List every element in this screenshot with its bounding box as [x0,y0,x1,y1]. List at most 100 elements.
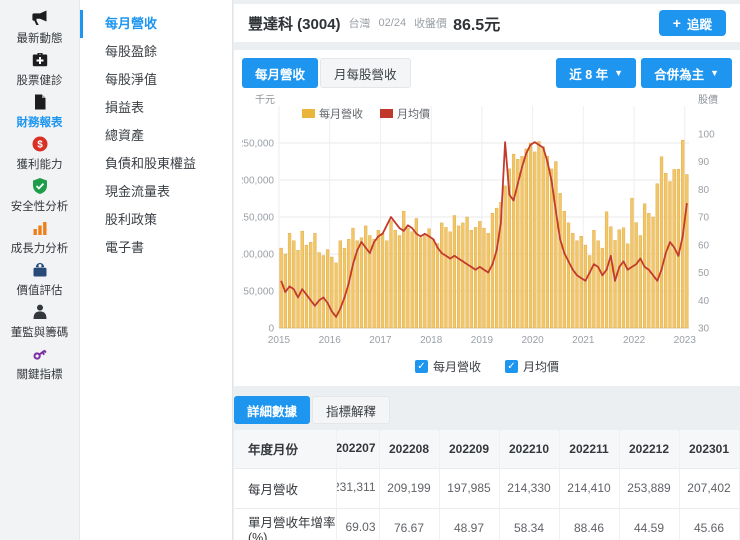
svg-text:80: 80 [698,185,710,196]
table-cell: 76.67 [379,508,439,540]
sidebar-item-bars[interactable]: 成長力分析 [0,216,79,258]
svg-text:200,000: 200,000 [242,176,274,187]
sidebar-item-person[interactable]: 董監與籌碼 [0,300,79,342]
sidebar-item-label: 價值評估 [17,282,63,298]
chart-range-dropdowns: 近 8 年▼合併為主▼ [556,58,732,88]
table-column-header: 202207 [336,430,379,468]
monthly-data-table-card: 年度月份202207202208202209202210202211202212… [234,430,740,540]
svg-text:每月營收: 每月營收 [319,107,363,121]
svg-text:2018: 2018 [420,335,443,346]
plus-icon: + [673,16,681,30]
submenu-item[interactable]: 總資產 [80,122,232,150]
svg-text:股價: 股價 [698,94,718,106]
table-cell: 88.46 [559,508,619,540]
follow-button[interactable]: + 追蹤 [659,10,726,36]
submenu-item[interactable]: 股利政策 [80,206,232,234]
table-cell: 48.97 [439,508,499,540]
sidebar-item-label: 董監與籌碼 [11,324,69,340]
submenu-item[interactable]: 負債和股東權益 [80,150,232,178]
submenu-item[interactable]: 電子書 [80,234,232,262]
table-cell: 69.03 [336,508,379,540]
svg-text:2022: 2022 [623,335,646,346]
svg-text:250,000: 250,000 [242,139,274,150]
sidebar-item-megaphone[interactable]: 最新動態 [0,6,79,48]
table-row: 每月營收231,311209,199197,985214,330214,4102… [234,468,739,508]
scale-icon [31,261,49,279]
sidebar-item-label: 關鍵指標 [17,366,63,382]
chart-dropdown-button[interactable]: 近 8 年▼ [556,58,636,88]
checkbox-checked-icon: ✓ [505,360,518,373]
svg-text:$: $ [37,139,43,150]
sidebar-item-report[interactable]: 財務報表 [0,90,79,132]
svg-text:月均價: 月均價 [397,107,430,121]
sidebar-item-medkit[interactable]: 股票健診 [0,48,79,90]
table-column-header: 202210 [499,430,559,468]
table-cell: 45.66 [679,508,739,540]
series-checkbox[interactable]: ✓每月營收 [415,358,481,375]
svg-text:2016: 2016 [319,335,342,346]
sidebar-item-label: 財務報表 [17,114,63,130]
chart-metric-toggles: 每月營收月每股營收 [242,58,411,88]
table-header-row: 年度月份202207202208202209202210202211202212… [234,430,739,468]
chart-toggle-button[interactable]: 月每股營收 [320,58,411,88]
sidebar-item-label: 成長力分析 [11,240,69,256]
table-column-header: 202211 [559,430,619,468]
main-content: 豐達科 (3004) 台灣 02/24 收盤價 86.5元 + 追蹤 每月營收月… [234,0,740,540]
chart-toggle-button[interactable]: 每月營收 [242,58,318,88]
sidebar-item-scale[interactable]: 價值評估 [0,258,79,300]
submenu-item[interactable]: 每股盈餘 [80,38,232,66]
svg-text:100,000: 100,000 [242,250,274,261]
table-cell: 58.34 [499,508,559,540]
table-row: 單月營收年增率 (%)69.0376.6748.9758.3488.4644.5… [234,508,739,540]
series-checkbox[interactable]: ✓月均價 [505,358,559,375]
report-icon [31,93,49,111]
table-column-header: 202212 [619,430,679,468]
table-row-label: 單月營收年增率 (%) [234,508,336,540]
svg-text:50: 50 [698,268,710,279]
sidebar-item-label: 股票健診 [17,72,63,88]
svg-text:2020: 2020 [521,335,544,346]
svg-text:40: 40 [698,296,710,307]
monthly-revenue-table: 年度月份202207202208202209202210202211202212… [234,430,740,540]
monthly-revenue-chart-card: 每月營收月每股營收 近 8 年▼合併為主▼ 050,000100,000150,… [234,50,740,386]
follow-button-label: 追蹤 [687,14,712,33]
medkit-icon [31,51,49,69]
table-tab-indicator-explain[interactable]: 指標解釋 [312,396,390,424]
table-corner-header: 年度月份 [234,430,336,468]
chart-dropdown-button[interactable]: 合併為主▼ [641,58,732,88]
table-cell: 44.59 [619,508,679,540]
bars-icon [31,219,49,237]
table-tab-detail-data[interactable]: 詳細數據 [234,396,310,424]
table-cell: 214,410 [559,468,619,508]
svg-text:90: 90 [698,157,710,168]
sidebar-item-shield[interactable]: 安全性分析 [0,174,79,216]
submenu-item[interactable]: 每月營收 [80,10,232,38]
svg-text:2015: 2015 [268,335,291,346]
chevron-down-icon: ▼ [710,68,719,78]
submenu-item[interactable]: 現金流量表 [80,178,232,206]
data-table-tabs: 詳細數據指標解釋 [234,396,740,424]
svg-text:千元: 千元 [255,94,275,106]
sidebar-item-dollar[interactable]: $ 獲利能力 [0,132,79,174]
close-price-label: 收盤價 [414,15,447,31]
sidebar-item-key[interactable]: 關鍵指標 [0,342,79,384]
table-row-label: 每月營收 [234,468,336,508]
table-cell: 231,311 [336,468,379,508]
revenue-price-chart: 050,000100,000150,000200,000250,00020152… [242,94,733,354]
svg-text:70: 70 [698,213,710,224]
table-cell: 197,985 [439,468,499,508]
svg-text:150,000: 150,000 [242,213,274,224]
shield-icon [31,177,49,195]
dollar-icon: $ [31,135,49,153]
svg-text:2021: 2021 [572,335,595,346]
svg-text:30: 30 [698,324,710,335]
table-cell: 209,199 [379,468,439,508]
svg-text:60: 60 [698,240,710,251]
svg-text:2019: 2019 [471,335,494,346]
sidebar-item-label: 獲利能力 [17,156,63,172]
table-column-header: 202301 [679,430,739,468]
svg-text:50,000: 50,000 [243,287,274,298]
submenu-item[interactable]: 每股淨值 [80,66,232,94]
submenu-item[interactable]: 損益表 [80,94,232,122]
stock-date: 02/24 [379,17,407,29]
